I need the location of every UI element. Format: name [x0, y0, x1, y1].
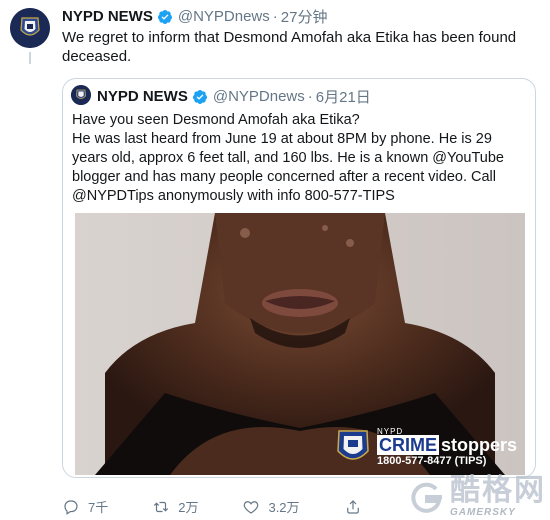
quoted-tweet[interactable]: NYPD NEWS @NYPDnews · 6月21日 Have you see…: [62, 78, 536, 478]
nypd-patch-icon: [10, 8, 50, 48]
gamersky-watermark: 酷格网 GAMERSKY: [406, 476, 546, 518]
quoted-text-line: Have you seen Desmond Amofah aka Etika?: [72, 112, 360, 128]
quoted-author-handle: @NYPDnews: [212, 88, 305, 105]
like-button[interactable]: 3.2万: [242, 497, 300, 516]
quoted-author-name: NYPD NEWS: [97, 88, 188, 105]
reply-count: 7千: [88, 500, 109, 515]
like-count: 3.2万: [268, 500, 300, 515]
verified-badge-icon: [192, 89, 207, 104]
tweet-text: We regret to inform that Desmond Amofah …: [62, 29, 517, 65]
tweet-actions: 7千 2万 3.2万: [62, 497, 414, 516]
retweet-icon: [154, 501, 169, 512]
retweet-button[interactable]: 2万: [152, 497, 198, 516]
badge-crime-stoppers-text: CRIME stoppers: [376, 434, 517, 455]
retweet-count: 2万: [178, 500, 199, 515]
missing-person-photo[interactable]: NYPD CRIME stoppers 1800-577-8477 (TIPS): [75, 213, 525, 475]
reply-icon: [64, 499, 78, 515]
author-name[interactable]: NYPD NEWS: [62, 8, 153, 25]
badge-phone-text: 1800-577-8477 (TIPS): [376, 454, 487, 467]
share-icon: [346, 499, 359, 514]
separator-dot: ·: [272, 8, 278, 25]
watermark-chinese-text: 酷格网: [450, 474, 546, 507]
verified-badge-icon: [157, 9, 172, 24]
author-handle[interactable]: @NYPDnews: [178, 8, 270, 25]
badge-stoppers-text: stoppers: [440, 434, 517, 455]
quoted-avatar: [71, 85, 91, 105]
nypd-patch-icon: [337, 430, 369, 460]
badge-crime-text: CRIME: [376, 434, 439, 455]
heart-icon: [244, 500, 259, 514]
thread-line: [29, 52, 31, 64]
quoted-time: 6月21日: [315, 89, 371, 106]
nypd-patch-icon: [71, 85, 91, 105]
quoted-header: NYPD NEWS @NYPDnews · 6月21日: [97, 86, 371, 107]
tweet[interactable]: NYPD NEWS @NYPDnews · 27分钟 We regret to …: [0, 0, 550, 520]
watermark-english-text: GAMERSKY: [450, 507, 516, 518]
gamersky-logo-icon: [411, 482, 442, 513]
quoted-text: Have you seen Desmond Amofah aka Etika? …: [72, 111, 522, 206]
share-button[interactable]: [344, 498, 370, 516]
reply-button[interactable]: 7千: [62, 497, 108, 516]
nypd-avatar[interactable]: [10, 8, 50, 48]
crime-stoppers-badge: NYPD CRIME stoppers 1800-577-8477 (TIPS): [333, 427, 517, 467]
tweet-time[interactable]: 27分钟: [281, 6, 328, 27]
quoted-text-line: He was last heard from June 19 at about …: [72, 131, 504, 204]
separator-dot: ·: [307, 88, 313, 105]
tweet-header: NYPD NEWS @NYPDnews · 27分钟: [62, 6, 327, 27]
